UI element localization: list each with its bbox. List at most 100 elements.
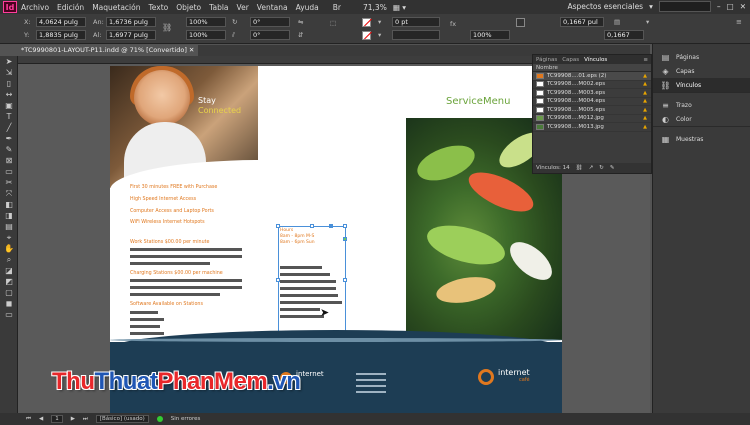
pen-tool-icon[interactable]: ✒ <box>0 133 18 144</box>
rotate-field[interactable]: 0° <box>250 17 290 27</box>
menu-maquetacion[interactable]: Maquetación <box>92 3 140 12</box>
zoom-tool-icon[interactable]: ⌕ <box>0 254 18 265</box>
flip-vertical-icon[interactable]: ⇵ <box>298 31 303 39</box>
chevron-down-icon[interactable]: ▾ <box>378 18 381 26</box>
eyedropper-tool-icon[interactable]: ⌖ <box>0 232 18 243</box>
gap-tool-icon[interactable]: ↔ <box>0 89 18 100</box>
panel-menu-icon[interactable]: ≡ <box>736 18 742 26</box>
inset-field-2[interactable]: 0,1667 <box>604 30 644 40</box>
view-options-icon[interactable]: ▦ ▾ <box>393 3 406 12</box>
prev-page-icon[interactable]: ◀ <box>39 416 43 422</box>
next-page-icon[interactable]: ▶ <box>71 416 75 422</box>
menu-tabla[interactable]: Tabla <box>209 3 228 12</box>
gradient-feather-tool-icon[interactable]: ◨ <box>0 210 18 221</box>
panel-color[interactable]: ◐ Color <box>653 112 750 126</box>
last-page-icon[interactable]: ⏭ <box>83 416 88 423</box>
scale-x-field[interactable]: 100% <box>186 17 226 27</box>
rectangle-frame-tool-icon[interactable]: ⊠ <box>0 155 18 166</box>
minimize-icon[interactable]: – <box>717 2 721 11</box>
link-row[interactable]: TC99908....M004.eps ▲ <box>533 98 651 106</box>
page-number-field[interactable]: 1 <box>51 415 63 423</box>
link-row[interactable]: TC99908....M013.jpg ▲ <box>533 123 651 132</box>
workspace-switcher[interactable]: Aspectos esenciales <box>567 2 643 11</box>
link-row[interactable]: TC99908....M012.jpg ▲ <box>533 115 651 123</box>
hand-tool-icon[interactable]: ✋ <box>0 243 18 254</box>
fill-swatch[interactable] <box>362 18 371 27</box>
chevron-down-icon[interactable]: ▾ <box>646 18 649 26</box>
scale-y-field[interactable]: 100% <box>186 30 226 40</box>
link-row[interactable]: TC99908....M003.eps ▲ <box>533 89 651 98</box>
tab-vinculos[interactable]: Vínculos <box>584 57 607 63</box>
menu-texto[interactable]: Texto <box>148 3 168 12</box>
panel-paginas[interactable]: ▤ Páginas <box>653 50 750 64</box>
resize-handle[interactable] <box>276 224 280 228</box>
content-collector-icon[interactable]: ▣ <box>0 100 18 111</box>
resize-handle[interactable] <box>343 224 347 228</box>
menu-objeto[interactable]: Objeto <box>176 3 201 12</box>
chevron-down-icon[interactable]: ▾ <box>378 31 381 39</box>
apply-color-icon[interactable]: ◼ <box>0 298 18 309</box>
chevron-down-icon[interactable]: ▾ <box>649 2 653 11</box>
stroke-swatch[interactable] <box>362 31 371 40</box>
goto-link-icon[interactable]: ↗ <box>589 165 594 171</box>
type-tool-icon[interactable]: T <box>0 111 18 122</box>
constrain-proportions-icon[interactable]: ⛓ <box>162 23 172 32</box>
selected-text-frame[interactable] <box>276 224 347 335</box>
master-style-field[interactable]: [Básico] (usado) <box>95 415 149 423</box>
menu-ver[interactable]: Ver <box>237 3 249 12</box>
panel-muestras[interactable]: ▦ Muestras <box>653 132 750 146</box>
document-tab[interactable]: *TC9990801-LAYOUT-P11.indd @ 71% [Conver… <box>18 45 198 56</box>
fx-icon[interactable]: fx <box>450 20 456 28</box>
update-link-icon[interactable]: ↻ <box>599 165 604 171</box>
inset-field-1[interactable]: 0,1667 pul <box>560 17 604 27</box>
zoom-level[interactable]: 71,3% <box>363 3 387 12</box>
link-row[interactable]: TC99908....M005.eps ▲ <box>533 106 651 115</box>
tab-capas[interactable]: Capas <box>562 57 579 63</box>
direct-selection-tool-icon[interactable]: ⇲ <box>0 67 18 78</box>
resize-handle[interactable] <box>276 278 280 282</box>
search-input[interactable] <box>658 1 711 12</box>
panel-capas[interactable]: ◈ Capas <box>653 64 750 78</box>
scissors-tool-icon[interactable]: ✂ <box>0 177 18 188</box>
width-field[interactable]: 1,6736 pulg <box>106 17 156 27</box>
menu-archivo[interactable]: Archivo <box>21 3 49 12</box>
page-tool-icon[interactable]: ▯ <box>0 78 18 89</box>
menu-ventana[interactable]: Ventana <box>257 3 288 12</box>
stroke-weight-field[interactable]: 0 pt <box>392 17 440 27</box>
selection-tool-icon[interactable]: ➤ <box>0 56 18 67</box>
select-container-icon[interactable]: ⬚ <box>330 19 336 27</box>
formatting-affects-icon[interactable]: ▢ <box>0 287 18 298</box>
y-field[interactable]: 1,8835 pulg <box>36 30 86 40</box>
edit-original-icon[interactable]: ✎ <box>610 165 615 171</box>
in-port-handle[interactable] <box>329 224 333 228</box>
gradient-tool-icon[interactable]: ◧ <box>0 199 18 210</box>
link-row[interactable]: TC99908....01.eps (2) ▲ <box>533 72 651 81</box>
menu-ayuda[interactable]: Ayuda <box>296 3 319 12</box>
close-icon[interactable]: ✕ <box>740 2 746 11</box>
panel-trazo[interactable]: ≡ Trazo <box>653 98 750 112</box>
effects-icon[interactable] <box>516 18 525 27</box>
rectangle-tool-icon[interactable]: ▭ <box>0 166 18 177</box>
panel-menu-icon[interactable]: ≡ <box>643 57 648 63</box>
x-field[interactable]: 4,0624 pulg <box>36 17 86 27</box>
fill-stroke-icon[interactable]: ◩ <box>0 276 18 287</box>
preflight-status[interactable]: Sin errores <box>171 416 201 422</box>
panel-vinculos[interactable]: ⛓ Vínculos <box>653 78 750 92</box>
free-transform-tool-icon[interactable]: ⤧ <box>0 188 18 199</box>
align-icon[interactable]: ▤ <box>614 18 620 26</box>
links-column-header[interactable]: Nombre <box>533 64 651 72</box>
first-page-icon[interactable]: ⏮ <box>26 416 31 423</box>
stroke-type-field[interactable] <box>392 30 440 40</box>
resize-handle[interactable] <box>310 224 314 228</box>
height-field[interactable]: 1,6977 pulg <box>106 30 156 40</box>
pencil-tool-icon[interactable]: ✎ <box>0 144 18 155</box>
line-tool-icon[interactable]: ╱ <box>0 122 18 133</box>
relink-icon[interactable]: ⛓ <box>576 165 583 171</box>
default-colors-icon[interactable]: ◪ <box>0 265 18 276</box>
resize-handle[interactable] <box>343 278 347 282</box>
screen-mode-icon[interactable]: ▭ <box>0 309 18 320</box>
flip-icon[interactable]: ⇋ <box>298 18 303 26</box>
link-row[interactable]: TC99908....M002.eps ▲ <box>533 81 651 89</box>
menu-edicion[interactable]: Edición <box>57 3 84 12</box>
note-tool-icon[interactable]: ▤ <box>0 221 18 232</box>
